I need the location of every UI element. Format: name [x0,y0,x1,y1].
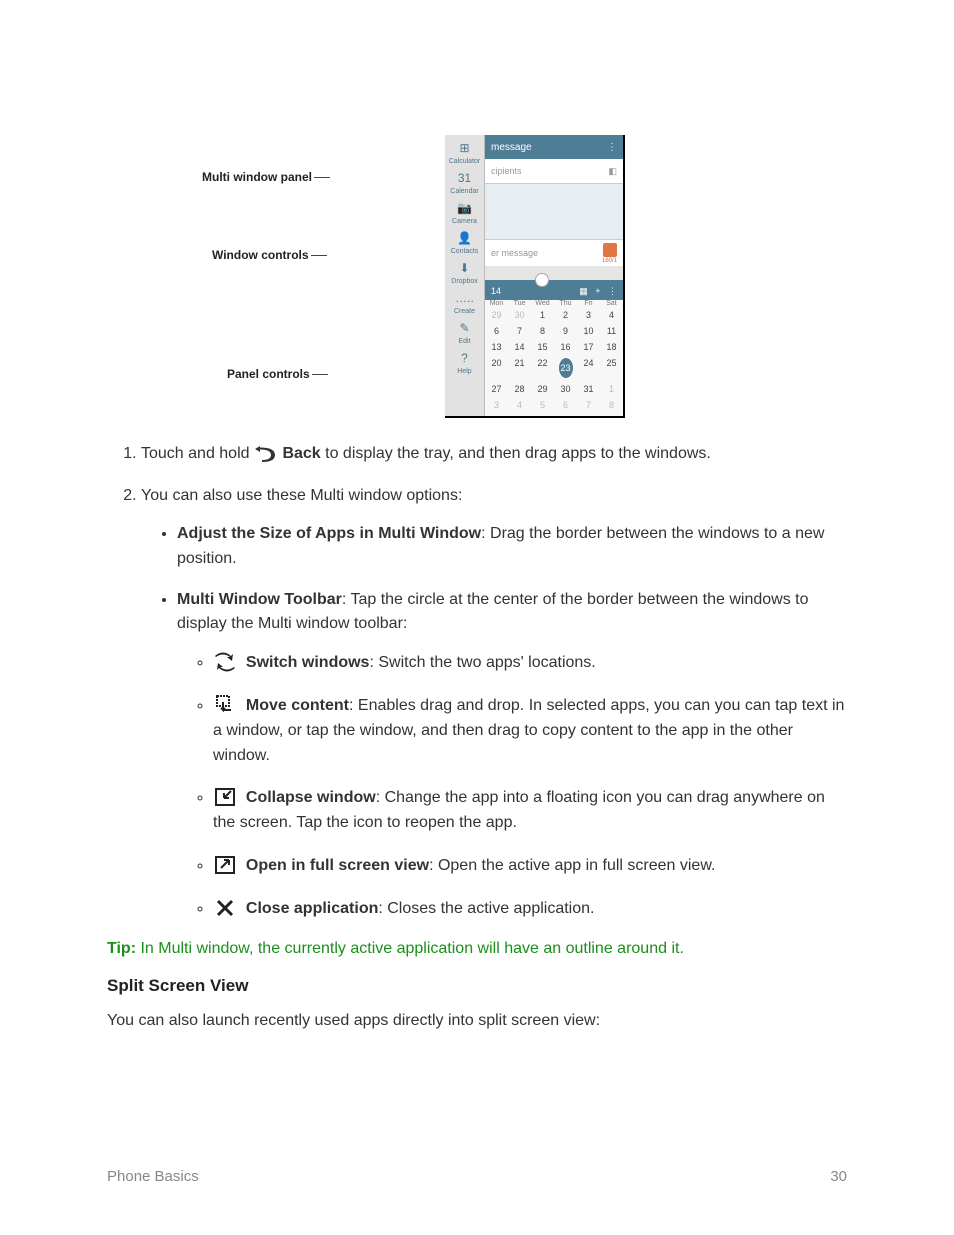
footer-page: 30 [830,1168,847,1185]
enter-message-row: er message 160/1 [485,240,623,266]
step-2: You can also use these Multi window opti… [141,484,847,922]
section-body: You can also launch recently used apps d… [107,1012,847,1030]
footer-left: Phone Basics [107,1168,199,1185]
fullscreen-icon [213,854,237,876]
callout-multi-window: Multi window panel [202,170,312,184]
sub-move: Move content: Enables drag and drop. In … [213,694,847,768]
step-1: Touch and hold Back to display the tray,… [141,442,847,466]
panel-app: ⬇Dropbox [445,259,484,285]
messages-app-bar: message⋮ [485,135,623,159]
sub-fullscreen: Open in full screen view: Open the activ… [213,854,847,879]
sub-switch: Switch windows: Switch the two apps' loc… [213,651,847,676]
opt-toolbar: Multi Window Toolbar: Tap the circle at … [177,588,847,922]
panel-app: ?Help [445,349,484,375]
multi-window-figure: Multi window panel Window controls Panel… [317,135,637,420]
sub-close: Close application: Closes the active app… [213,897,847,922]
sub-collapse: Collapse window: Change the app into a f… [213,786,847,836]
panel-app: 31Calendar [445,169,484,195]
tip-text: Tip: In Multi window, the currently acti… [107,940,847,958]
close-icon [213,897,237,919]
collapse-window-icon [213,786,237,808]
panel-app: ✎Edit [445,319,484,345]
panel-app: 👤Contacts [445,229,484,255]
callout-panel-controls: Panel controls [227,367,310,381]
panel-app: ⊞Calculator [445,139,484,165]
window-control-handle [535,273,549,287]
panel-app: 📷Camera [445,199,484,225]
callout-window-controls: Window controls [212,248,309,262]
panel-app: …..Create [445,289,484,315]
calendar-app: 14 ▦ + ⋮ MonTueWedThuFriSat 293012346789… [485,280,623,416]
recipients-field: cipients◧ [485,159,623,184]
back-icon [254,442,278,464]
device-mock: ⊞Calculator 31Calendar 📷Camera 👤Contacts ⬇Dr… [445,135,625,418]
switch-windows-icon [213,651,237,673]
opt-adjust: Adjust the Size of Apps in Multi Window:… [177,522,847,572]
move-content-icon [213,694,237,716]
multi-window-panel: ⊞Calculator 31Calendar 📷Camera 👤Contacts ⬇Dr… [445,135,485,416]
section-heading: Split Screen View [107,976,847,996]
